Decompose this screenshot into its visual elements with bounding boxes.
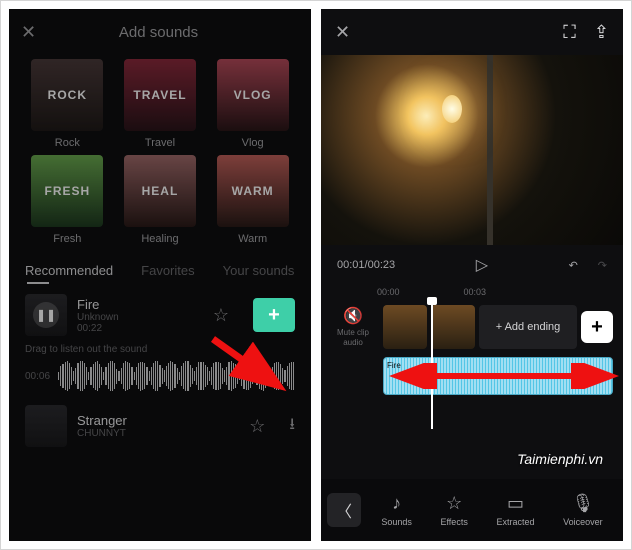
category-grid: ROCK Rock TRAVEL Travel VLOG Vlog FRESH … [9, 55, 311, 257]
tab-favorites[interactable]: Favorites [141, 263, 194, 278]
time-ruler: 00:00 00:03 [321, 285, 623, 301]
tab-recommended[interactable]: Recommended [25, 263, 113, 278]
favorite-icon[interactable]: ☆ [249, 416, 265, 437]
pause-icon[interactable]: ❚❚ [33, 302, 59, 328]
song-artist: CHUNNYT [77, 428, 239, 439]
star-icon: ☆ [446, 493, 462, 514]
category-thumb: VLOG [217, 59, 289, 131]
add-ending-button[interactable]: + Add ending [479, 305, 577, 349]
add-ending-label: + Add ending [496, 321, 561, 333]
category-thumb: FRESH [31, 155, 103, 227]
category-thumb: TRAVEL [124, 59, 196, 131]
video-clip[interactable] [383, 305, 427, 349]
tool-label: Sounds [381, 517, 412, 527]
waveform-preview[interactable]: 00:06 [9, 355, 311, 401]
video-editor-screen: ⛶ ⇪ 00:01/00:23 ▷ ↶ ↷ 00:00 00:03 🔇 [321, 9, 623, 541]
song-artist: Unknown [77, 312, 203, 323]
ruler-tick: 00:00 [377, 287, 400, 297]
category-thumb: WARM [217, 155, 289, 227]
redo-icon[interactable]: ↷ [598, 259, 607, 272]
category-thumb: ROCK [31, 59, 103, 131]
folder-icon: ▭ [507, 493, 524, 514]
play-icon[interactable]: ▷ [476, 255, 488, 275]
export-icon[interactable]: ⇪ [594, 22, 609, 43]
music-note-icon: ♪ [392, 493, 401, 514]
tool-sounds[interactable]: ♪ Sounds [381, 493, 412, 527]
tool-label: Voiceover [563, 517, 603, 527]
category-fresh[interactable]: FRESH Fresh [25, 155, 110, 245]
tool-voiceover[interactable]: 🎙 Voiceover [563, 493, 603, 527]
download-icon[interactable]: ⭳ [289, 413, 295, 440]
mute-label: Mute clip audio [337, 328, 369, 347]
category-thumb: HEAL [124, 155, 196, 227]
category-label: Travel [145, 137, 175, 149]
watermark: Taimienphi.vn [517, 451, 603, 467]
audio-clip-label: Fire [387, 361, 401, 370]
song-duration: 00:22 [77, 323, 203, 334]
song-info: Stranger CHUNNYT [77, 413, 239, 439]
video-track[interactable]: + Add ending + [383, 305, 613, 349]
category-warm[interactable]: WARM Warm [210, 155, 295, 245]
tool-extracted[interactable]: ▭ Extracted [496, 493, 534, 527]
screen-title: Add sounds [36, 24, 281, 41]
tool-label: Effects [440, 517, 467, 527]
microphone-icon: 🎙 [571, 493, 594, 514]
wave-time: 00:06 [25, 371, 50, 382]
category-travel[interactable]: TRAVEL Travel [118, 59, 203, 149]
undo-icon[interactable]: ↶ [569, 259, 578, 272]
song-thumbnail[interactable] [25, 405, 67, 447]
tab-your-sounds[interactable]: Your sounds [223, 263, 295, 278]
waveform[interactable] [58, 361, 295, 391]
song-info: Fire Unknown 00:22 [77, 297, 203, 334]
category-healing[interactable]: HEAL Healing [118, 155, 203, 245]
add-sound-button[interactable]: + [253, 298, 295, 332]
timeline[interactable]: 🔇 Mute clip audio + Add ending + Fire [321, 301, 623, 423]
song-title: Stranger [77, 413, 239, 428]
song-title: Fire [77, 297, 203, 312]
song-row-fire[interactable]: ❚❚ Fire Unknown 00:22 ☆ + [9, 284, 311, 346]
playhead[interactable] [431, 301, 433, 429]
category-label: Fresh [53, 233, 81, 245]
speaker-mute-icon: 🔇 [329, 307, 377, 326]
video-clip[interactable] [431, 305, 475, 349]
category-vlog[interactable]: VLOG Vlog [210, 59, 295, 149]
song-thumbnail[interactable]: ❚❚ [25, 294, 67, 336]
tool-effects[interactable]: ☆ Effects [440, 493, 467, 527]
close-icon[interactable] [335, 22, 350, 43]
close-icon[interactable] [21, 22, 36, 43]
category-label: Healing [141, 233, 178, 245]
add-sounds-screen: Add sounds ROCK Rock TRAVEL Travel VLOG … [9, 9, 311, 541]
add-clip-button[interactable]: + [581, 311, 613, 343]
sound-tabs: Recommended Favorites Your sounds [9, 257, 311, 278]
timecode: 00:01/00:23 [337, 259, 395, 271]
mute-clip-button[interactable]: 🔇 Mute clip audio [329, 307, 377, 347]
category-label: Warm [238, 233, 267, 245]
fullscreen-icon[interactable]: ⛶ [563, 22, 576, 43]
favorite-icon[interactable]: ☆ [213, 305, 229, 326]
category-label: Rock [55, 137, 80, 149]
category-rock[interactable]: ROCK Rock [25, 59, 110, 149]
tool-label: Extracted [496, 517, 534, 527]
bottom-toolbar: 〈 ♪ Sounds ☆ Effects ▭ Extracted 🎙 Voice… [321, 479, 623, 541]
category-label: Vlog [242, 137, 264, 149]
ruler-tick: 00:03 [464, 287, 487, 297]
preview-object [487, 55, 493, 245]
back-button[interactable]: 〈 [327, 493, 361, 527]
preview-object [442, 95, 462, 123]
song-row-stranger[interactable]: Stranger CHUNNYT ☆ ⭳ [9, 401, 311, 457]
audio-clip[interactable] [383, 357, 613, 395]
video-preview[interactable] [321, 55, 623, 245]
